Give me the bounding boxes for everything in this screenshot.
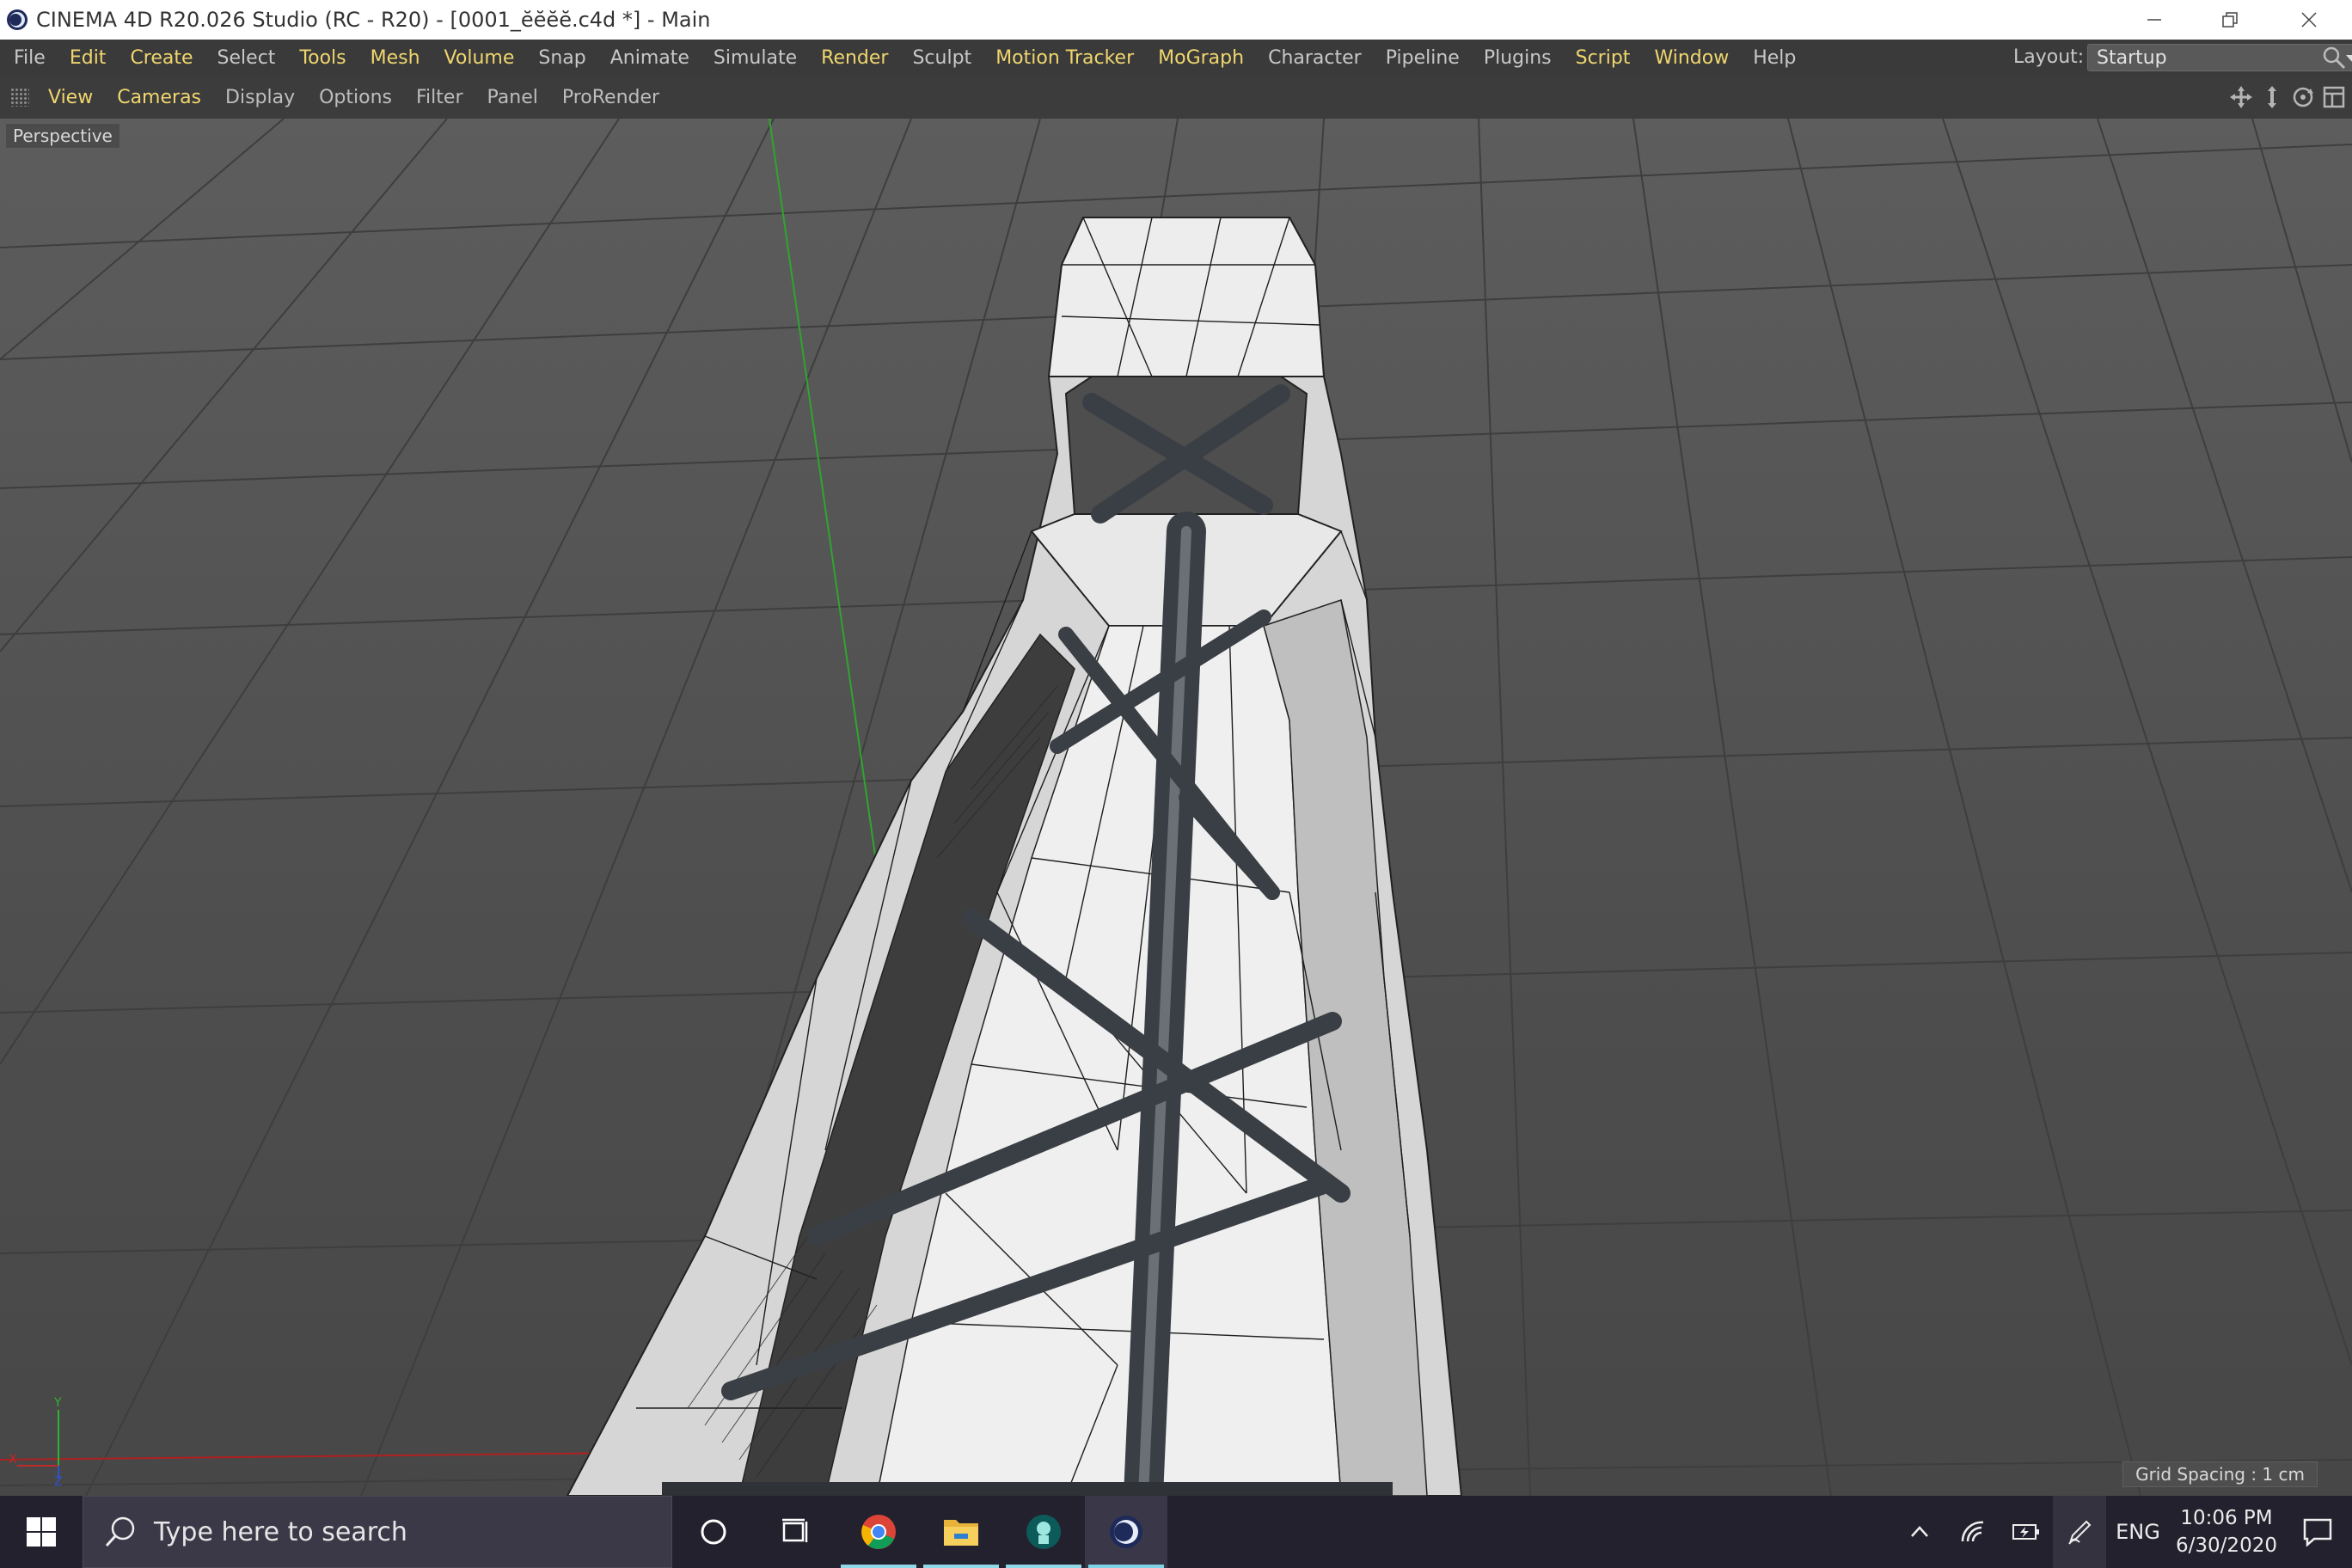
clock-date: 6/30/2020 (2176, 1534, 2277, 1557)
axis-gizmo: Y X Z (9, 1396, 63, 1487)
windows-taskbar: Type here to search ENG 10:06 PM 6/30/20… (0, 1496, 2352, 1568)
axis-x-label: X (9, 1453, 17, 1467)
minimize-button[interactable] (2115, 0, 2194, 40)
viewport-menu-items: View Cameras Display Options Filter Panel ProR… (36, 87, 671, 108)
menu-animate[interactable]: Animate (598, 47, 701, 69)
search-icon[interactable] (2321, 45, 2347, 70)
menu-simulate[interactable]: Simulate (701, 47, 809, 69)
cinema4d-logo-icon (7, 9, 28, 30)
viewport-menu-cameras[interactable]: Cameras (105, 87, 213, 108)
minimize-icon (2147, 19, 2161, 21)
menu-snap[interactable]: Snap (526, 47, 597, 69)
layout-value: Startup (2097, 47, 2167, 69)
task-view-icon (782, 1518, 808, 1542)
action-center-button[interactable] (2283, 1496, 2352, 1568)
menu-help[interactable]: Help (1741, 47, 1808, 69)
close-button[interactable] (2269, 0, 2349, 40)
cinema4d-icon (1110, 1516, 1142, 1548)
cortana-button[interactable] (672, 1496, 755, 1568)
menu-render[interactable]: Render (809, 47, 900, 69)
axis-y-label: Y (53, 1396, 62, 1410)
cinema4d-taskbar-button[interactable] (1085, 1496, 1167, 1568)
app-icon (1026, 1515, 1061, 1549)
menu-motion-tracker[interactable]: Motion Tracker (983, 47, 1146, 69)
viewport-menu-display[interactable]: Display (213, 87, 307, 108)
clock-time: 10:06 PM (2180, 1507, 2273, 1529)
menu-window[interactable]: Window (1642, 47, 1741, 69)
menu-character[interactable]: Character (1256, 47, 1374, 69)
battery-button[interactable] (2000, 1496, 2053, 1568)
toggle-panel-icon[interactable] (2321, 84, 2347, 110)
menu-items: File Edit Create Select Tools Mesh Volume Snap A… (0, 47, 1808, 69)
task-view-button[interactable] (755, 1496, 837, 1568)
battery-icon (2012, 1524, 2039, 1540)
notification-icon (2303, 1518, 2332, 1547)
layout-dropdown[interactable]: Startup (2087, 44, 2352, 71)
menu-tools[interactable]: Tools (287, 47, 358, 69)
file-explorer-icon (944, 1520, 978, 1546)
panel-grip-icon[interactable] (10, 88, 29, 107)
dolly-view-icon[interactable] (2259, 84, 2285, 110)
restore-icon (2222, 12, 2238, 28)
search-placeholder: Type here to search (154, 1516, 407, 1547)
chevron-up-icon (1911, 1526, 1928, 1537)
menu-pipeline[interactable]: Pipeline (1374, 47, 1472, 69)
chevron-down-icon (2346, 55, 2352, 63)
viewport-menu-panel[interactable]: Panel (475, 87, 549, 108)
menu-file[interactable]: File (2, 47, 58, 69)
show-hidden-icons-button[interactable] (1893, 1496, 1946, 1568)
menu-sculpt[interactable]: Sculpt (900, 47, 983, 69)
menu-create[interactable]: Create (118, 47, 205, 69)
language-indicator[interactable]: ENG (2106, 1496, 2170, 1568)
title-bar: CINEMA 4D R20.026 Studio (RC - R20) - [0… (0, 0, 2352, 40)
search-icon (105, 1516, 135, 1547)
file-explorer-taskbar-button[interactable] (920, 1496, 1002, 1568)
axis-z-label: Z (54, 1475, 63, 1487)
rotate-view-icon[interactable] (2290, 84, 2316, 110)
cortana-icon (701, 1519, 726, 1545)
pen-workspace-button[interactable] (2053, 1496, 2106, 1568)
viewport-menu-filter[interactable]: Filter (404, 87, 475, 108)
3d-model (566, 217, 1463, 1496)
clock[interactable]: 10:06 PM 6/30/2020 (2170, 1504, 2283, 1559)
restore-button[interactable] (2190, 0, 2269, 40)
start-button[interactable] (0, 1496, 83, 1568)
menu-edit[interactable]: Edit (58, 47, 119, 69)
menu-mograph[interactable]: MoGraph (1146, 47, 1256, 69)
taskbar-search[interactable]: Type here to search (83, 1496, 672, 1568)
menu-mesh[interactable]: Mesh (358, 47, 432, 69)
menu-plugins[interactable]: Plugins (1472, 47, 1564, 69)
menu-volume[interactable]: Volume (432, 47, 527, 69)
chrome-taskbar-button[interactable] (837, 1496, 920, 1568)
menu-select[interactable]: Select (205, 47, 288, 69)
wifi-icon (1961, 1521, 1984, 1542)
grid-spacing-label: Grid Spacing : 1 cm (2122, 1461, 2318, 1487)
viewport-menu-bar: View Cameras Display Options Filter Panel ProR… (0, 76, 2352, 119)
app-taskbar-button[interactable] (1002, 1496, 1085, 1568)
chrome-icon (861, 1515, 896, 1549)
camera-label[interactable]: Perspective (5, 123, 120, 149)
pen-icon (2068, 1520, 2092, 1545)
move-view-icon[interactable] (2228, 84, 2254, 110)
viewport-nav-icons (2228, 84, 2347, 110)
window-title: CINEMA 4D R20.026 Studio (RC - R20) - [0… (36, 8, 711, 32)
viewport-menu-prorender[interactable]: ProRender (550, 87, 671, 108)
main-menu-bar: File Edit Create Select Tools Mesh Volume Snap A… (0, 40, 2352, 77)
system-tray: ENG 10:06 PM 6/30/2020 (1893, 1496, 2352, 1568)
menu-script[interactable]: Script (1564, 47, 1643, 69)
perspective-viewport[interactable]: Perspective Y X Z Grid Spacing : 1 cm (0, 119, 2352, 1496)
network-button[interactable] (1946, 1496, 2000, 1568)
layout-label: Layout: (2013, 46, 2085, 68)
close-icon (2301, 12, 2317, 28)
viewport-menu-options[interactable]: Options (307, 87, 404, 108)
viewport-menu-view[interactable]: View (36, 87, 105, 108)
viewport-scene (0, 119, 2352, 1496)
windows-logo-icon (27, 1517, 56, 1547)
